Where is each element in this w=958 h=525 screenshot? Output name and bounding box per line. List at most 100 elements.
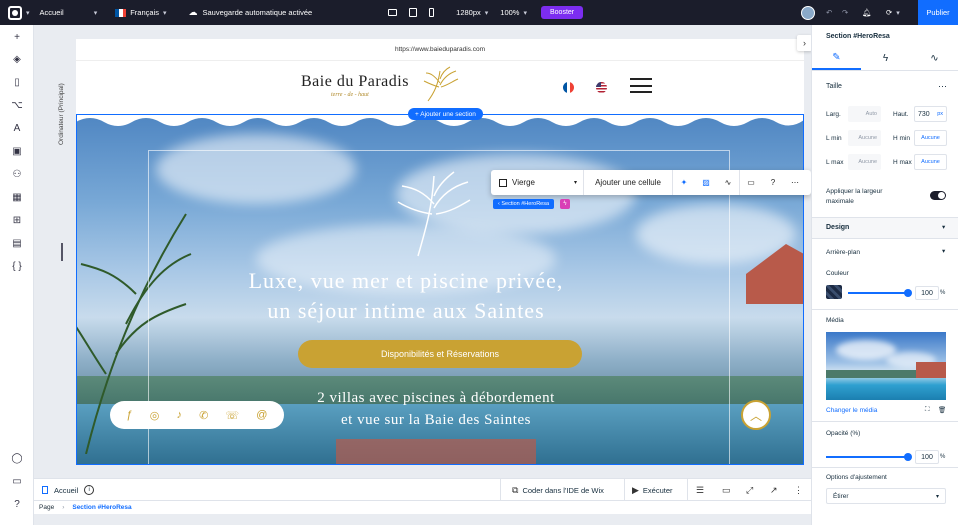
color-opacity-input[interactable]: 100 xyxy=(915,286,939,300)
layers-icon[interactable]: ◈ xyxy=(10,52,24,66)
page-selector[interactable]: Accueil ▾ xyxy=(40,0,98,25)
settings-sliders-icon[interactable]: ☰ xyxy=(696,479,704,501)
help-icon[interactable]: ? xyxy=(10,497,24,511)
ai-sparkle-icon[interactable]: ✦ xyxy=(673,178,695,187)
app-market-icon[interactable]: ⊞ xyxy=(10,213,24,227)
flag-fr-icon[interactable] xyxy=(563,82,574,93)
layout-square-icon xyxy=(499,178,507,187)
change-media-link[interactable]: Changer le média xyxy=(826,407,877,414)
info-icon[interactable]: i xyxy=(84,485,95,495)
language-selector[interactable]: Français ▾ xyxy=(115,0,167,25)
tab-animation[interactable]: ∿ xyxy=(910,47,958,70)
lightning-icon[interactable]: ϟ xyxy=(560,199,570,209)
hamburger-menu-icon[interactable] xyxy=(630,78,652,93)
mobile-icon[interactable] xyxy=(429,8,435,17)
chevron-down-icon[interactable]: ▾ xyxy=(942,247,945,255)
tab-interactions[interactable]: ϟ xyxy=(861,47,910,70)
trash-icon[interactable]: 🗑︎ xyxy=(938,406,946,414)
page-icon xyxy=(42,486,48,494)
max-width-label: L max xyxy=(826,159,844,166)
max-width-field[interactable]: Aucune xyxy=(848,154,881,170)
tab-design[interactable]: ✎ xyxy=(812,47,861,70)
more-icon[interactable]: ⋯ xyxy=(938,81,947,92)
collapse-panel-button[interactable]: › xyxy=(797,35,812,51)
tablet-icon[interactable] xyxy=(409,8,418,17)
add-cell-button[interactable]: Ajouter une cellule xyxy=(584,178,672,187)
table-icon[interactable]: ▤ xyxy=(10,236,24,250)
phone-icon[interactable]: ☏ xyxy=(225,409,239,422)
hero-section[interactable]: Luxe, vue mer et piscine privée, un séjo… xyxy=(76,114,804,465)
opacity-input[interactable]: 100 xyxy=(915,450,939,464)
popout-icon[interactable]: ↗ xyxy=(770,479,778,501)
min-height-field[interactable]: Aucune xyxy=(914,130,947,146)
media-thumbnail[interactable] xyxy=(826,332,946,400)
whatsapp-icon[interactable]: ✆ xyxy=(199,409,208,422)
site-header[interactable]: Baie du Paradis terre - de - haut xyxy=(76,61,804,114)
facebook-icon[interactable]: ƒ xyxy=(127,409,133,421)
pages-icon[interactable]: ▯ xyxy=(10,75,24,89)
more-icon[interactable]: ⋯ xyxy=(784,178,806,187)
section-badge[interactable]: ‹ Section #HeroResa xyxy=(493,199,555,209)
resize-handle[interactable] xyxy=(61,243,63,261)
layout-dropdown[interactable]: Vierge ▾ xyxy=(491,170,583,195)
scroll-top-button[interactable]: ︿ xyxy=(741,400,771,430)
instagram-icon[interactable]: ◎ xyxy=(150,409,160,422)
console-icon[interactable]: ▭ xyxy=(722,479,731,501)
current-page[interactable]: Accueil i xyxy=(42,479,95,501)
design-section-header[interactable]: Design ▾ xyxy=(812,218,958,238)
max-width-toggle[interactable] xyxy=(930,191,946,200)
animation-icon[interactable]: ∿ xyxy=(717,178,739,187)
reservations-button[interactable]: Disponibilités et Réservations xyxy=(298,340,582,368)
height-field[interactable]: 730 px xyxy=(914,106,947,122)
width-field[interactable]: Auto xyxy=(848,106,881,122)
add-section-button[interactable]: + Ajouter une section xyxy=(408,108,483,120)
undo-icon[interactable]: ↶ xyxy=(826,0,832,25)
color-opacity-slider[interactable] xyxy=(904,289,912,297)
background-icon[interactable]: ▨ xyxy=(695,178,717,187)
boost-button[interactable]: Booster xyxy=(541,6,584,19)
crop-icon[interactable]: ⛶ xyxy=(925,406,930,414)
color-label: Couleur xyxy=(826,270,849,277)
flag-us-icon[interactable] xyxy=(596,82,607,93)
wix-logo-button[interactable]: ▾ xyxy=(0,0,30,25)
fit-options-select[interactable]: Étirer ▾ xyxy=(826,488,946,504)
min-width-field[interactable]: Aucune xyxy=(848,130,881,146)
checklist-icon[interactable]: ◯ xyxy=(10,451,24,465)
apps-grid-icon[interactable]: ▦ xyxy=(10,190,24,204)
avatar[interactable] xyxy=(801,0,815,25)
color-swatch[interactable] xyxy=(826,285,842,299)
breadcrumb-current[interactable]: Section #HeroResa xyxy=(72,504,131,511)
more-icon[interactable]: ⋮ xyxy=(794,479,803,501)
site-url: https://www.baieduparadis.com xyxy=(76,39,804,61)
breadcrumb-root[interactable]: Page xyxy=(39,504,54,511)
add-icon[interactable]: + xyxy=(10,30,24,44)
run-button[interactable]: ▶ Exécuter xyxy=(632,479,673,501)
height-label: Haut. xyxy=(893,111,909,118)
bell-icon[interactable]: 🔔︎ xyxy=(862,0,872,25)
expand-icon[interactable]: ⤢ xyxy=(746,479,753,501)
redo-icon[interactable]: ↷ xyxy=(842,0,848,25)
typography-icon[interactable]: A xyxy=(10,121,24,135)
chevron-down-icon: ▾ xyxy=(93,9,98,17)
house-roof-decoration xyxy=(746,244,804,304)
zoom-selector[interactable]: 100% ▾ xyxy=(500,0,527,25)
desktop-icon[interactable] xyxy=(388,9,398,16)
media-icon[interactable]: ▣ xyxy=(10,144,24,158)
help-button[interactable]: ? xyxy=(762,178,784,187)
tools-icon[interactable]: ⟳ ▾ xyxy=(886,0,900,25)
comment-icon[interactable]: ▭ xyxy=(740,178,762,187)
chat-icon[interactable]: ▭ xyxy=(10,474,24,488)
width-selector[interactable]: 1280px ▾ xyxy=(456,0,488,25)
open-ide-button[interactable]: ⧉ Coder dans l'IDE de Wix xyxy=(512,479,604,501)
chevron-right-icon: › xyxy=(803,38,806,48)
tiktok-icon[interactable]: ♪ xyxy=(176,409,182,421)
publish-button[interactable]: Publier xyxy=(918,0,958,25)
cloud-check-icon: ☁ xyxy=(188,7,198,17)
max-height-field[interactable]: Aucune xyxy=(914,154,947,170)
width-label: Larg. xyxy=(826,111,841,118)
sitemap-icon[interactable]: ⌥ xyxy=(10,98,24,112)
opacity-slider[interactable] xyxy=(904,453,912,461)
code-icon[interactable]: { } xyxy=(10,259,24,273)
apps-network-icon[interactable]: ⚇ xyxy=(10,167,24,181)
email-icon[interactable]: @ xyxy=(256,409,267,421)
